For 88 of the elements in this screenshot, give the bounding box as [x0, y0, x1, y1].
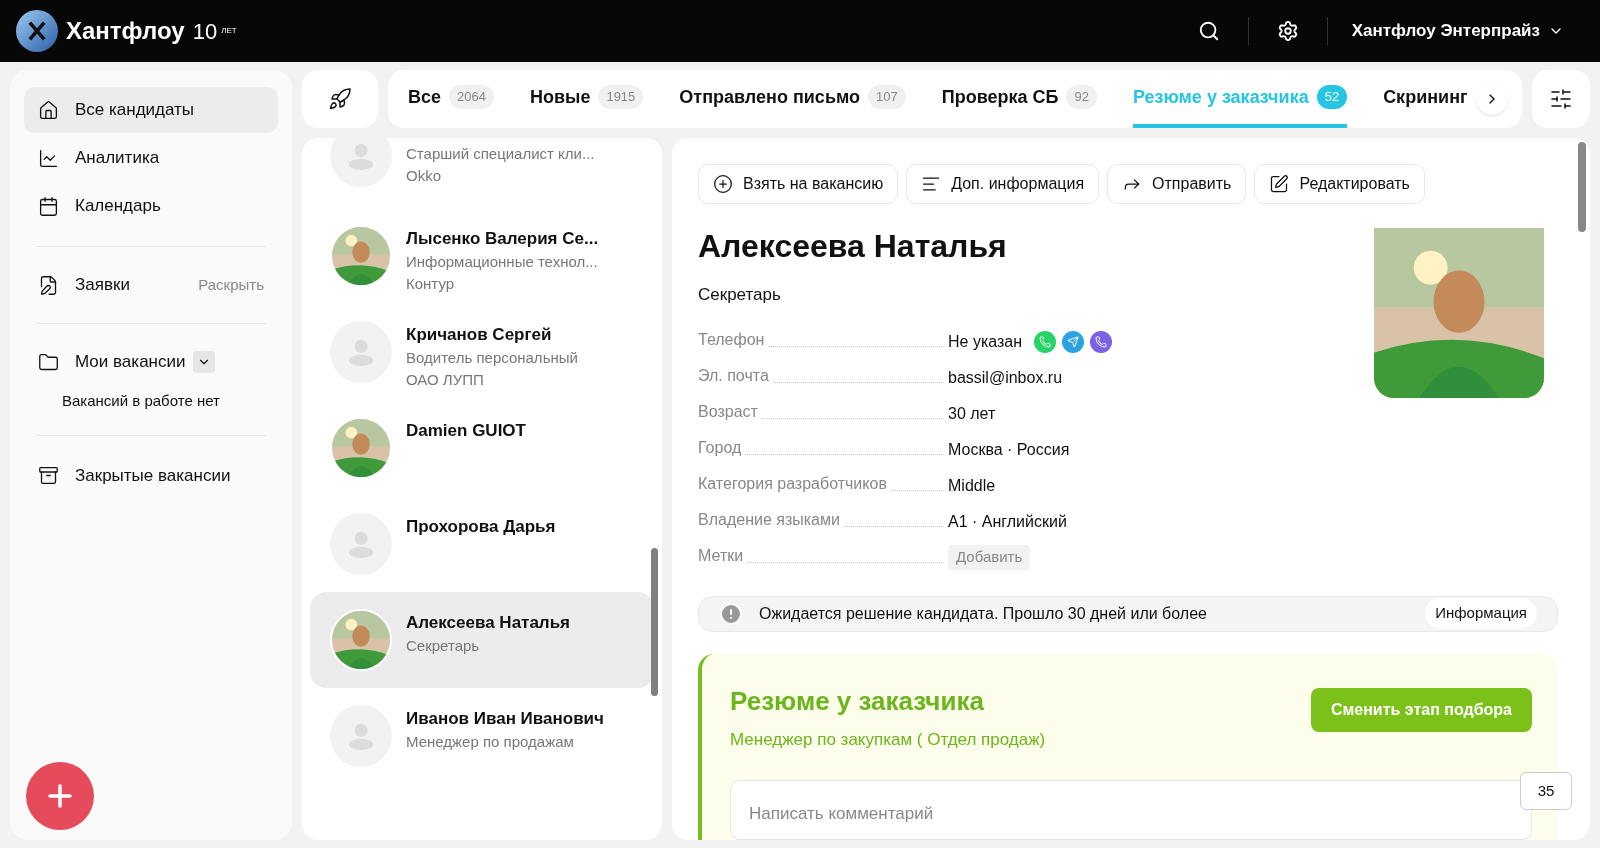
stage-vacancy: Менеджер по закупкам ( Отдел продаж): [730, 728, 1047, 751]
expand-link[interactable]: Раскрыть: [198, 273, 264, 297]
warning-icon: [719, 601, 743, 626]
sidebar-item[interactable]: Закрытые вакансии: [24, 452, 278, 499]
count-badge: 52: [1316, 85, 1348, 109]
candidate-name: Иванов Иван Иванович: [406, 708, 604, 730]
candidate-detail: Менеджер по продажам: [406, 732, 575, 752]
sidebar-item[interactable]: Календарь: [24, 183, 278, 229]
sidebar-item[interactable]: Все кандидаты: [24, 87, 278, 133]
archive-box-icon: [38, 465, 59, 486]
field-label: Категория разработчиков: [698, 473, 887, 494]
search-icon: [1197, 20, 1220, 42]
comment-count-bubble: 35: [1520, 772, 1572, 810]
candidate-title: Алексеева Наталья: [698, 227, 1008, 266]
stage-tab[interactable]: Новые 1915: [529, 70, 644, 128]
anniversary-label: ЛЕТ: [221, 25, 237, 37]
count-badge: 1915: [598, 85, 644, 109]
candidate-detail: Контур: [406, 274, 456, 294]
candidate-detail: Старший специалист кли...: [406, 144, 595, 164]
expand-toggle[interactable]: [193, 351, 216, 373]
action-button[interactable]: Отправить: [1107, 164, 1247, 204]
sidebar-item[interactable]: Аналитика: [24, 135, 278, 181]
account-menu[interactable]: Хантфлоу Энтерпрайз: [1343, 18, 1572, 44]
candidate-detail: ОАО ЛУПП: [406, 370, 485, 390]
call-messenger-icon[interactable]: [1090, 330, 1113, 353]
field-label: Метки: [698, 545, 744, 566]
candidate-item[interactable]: Старший специалист кли... Okko: [310, 138, 654, 204]
field-value: 30 лет: [948, 403, 996, 424]
stage-tab[interactable]: Проверка СБ 92: [941, 70, 1097, 128]
count-badge: 107: [868, 85, 906, 109]
calendar-icon: [38, 195, 59, 217]
rocket-icon: [328, 87, 352, 111]
alert-message: Ожидается решение кандидата. Прошло 30 дней или более: [759, 603, 1208, 624]
candidate-name: Лысенко Валерия Се...: [406, 228, 599, 250]
action-button[interactable]: Доп. информация: [906, 164, 1100, 204]
field-label: Телефон: [698, 329, 765, 350]
candidate-detail: Информационные технол...: [406, 252, 599, 272]
field-value: Middle: [948, 475, 996, 496]
field-label: Владение языками: [698, 509, 840, 530]
stage-tab[interactable]: Все 2064: [408, 70, 494, 128]
candidate-item[interactable]: Damien GUIOT: [310, 400, 654, 496]
plus-circle-icon: [713, 174, 733, 194]
filter-icon: [1549, 87, 1573, 111]
candidate-name: Алексеева Наталья: [406, 612, 571, 634]
field-label: Возраст: [698, 401, 758, 422]
note-pen-icon: [38, 274, 59, 296]
candidate-name: Damien GUIOT: [406, 420, 526, 442]
count-badge: 92: [1066, 85, 1097, 109]
candidate-detail: Секретарь: [406, 636, 481, 656]
settings-icon: [1276, 20, 1299, 42]
brand-name: Хантфлоу: [66, 16, 185, 46]
candidate-item[interactable]: Прохорова Дарья: [310, 496, 654, 592]
action-button[interactable]: Взять на вакансию: [698, 164, 899, 204]
sidebar-item[interactable]: Заявки: [38, 272, 130, 298]
stage-tab[interactable]: Скрининг: [1383, 70, 1468, 128]
candidate-name: Прохорова Дарья: [406, 516, 556, 538]
sidebar-item[interactable]: Мои вакансии: [38, 349, 186, 375]
edit-icon: [1269, 174, 1290, 194]
field-label: Город: [698, 437, 742, 458]
candidate-detail: Водитель персональный: [406, 348, 578, 368]
field-value: Не указан: [948, 331, 1023, 352]
next-tabs-button[interactable]: [1476, 83, 1508, 115]
anniversary-number: 10: [192, 17, 218, 46]
candidate-name: Кричанов Сергей: [406, 324, 553, 346]
send-messenger-icon[interactable]: [1062, 330, 1085, 353]
field-value: A1 · Английский: [948, 511, 1067, 532]
action-button[interactable]: Редактировать: [1254, 164, 1425, 204]
filter-button[interactable]: [1532, 70, 1590, 128]
chart-icon: [38, 147, 59, 169]
candidate-detail: Okko: [406, 166, 442, 186]
count-badge: 2064: [449, 85, 494, 109]
candidate-item[interactable]: Иванов Иван Иванович Менеджер по продажам: [310, 688, 654, 784]
field-label: Эл. почта: [698, 365, 769, 386]
empty-note: Вакансий в работе нет: [61, 391, 221, 411]
field-value: Москва · Россия: [948, 439, 1070, 460]
candidate-item[interactable]: Лысенко Валерия Се... Информационные технол... Контур: [310, 208, 654, 304]
field-value: bassil@inbox.ru: [948, 367, 1063, 388]
candidate-item[interactable]: Алексеева Наталья Секретарь: [310, 592, 654, 688]
logo-icon: [16, 10, 58, 52]
candidate-position: Секретарь: [698, 284, 782, 306]
folder-icon: [38, 351, 59, 373]
info-button[interactable]: Информация: [1425, 598, 1537, 629]
comment-field[interactable]: Написать комментарий: [730, 780, 1532, 840]
stage-tab[interactable]: Отправлено письмо 107: [679, 70, 906, 128]
candidate-item[interactable]: Кричанов Сергей Водитель персональный ОАО ЛУПП: [310, 304, 654, 400]
rocket-button[interactable]: [302, 70, 378, 128]
home-icon: [38, 99, 59, 121]
stage-title: Резюме у заказчика: [730, 684, 985, 718]
